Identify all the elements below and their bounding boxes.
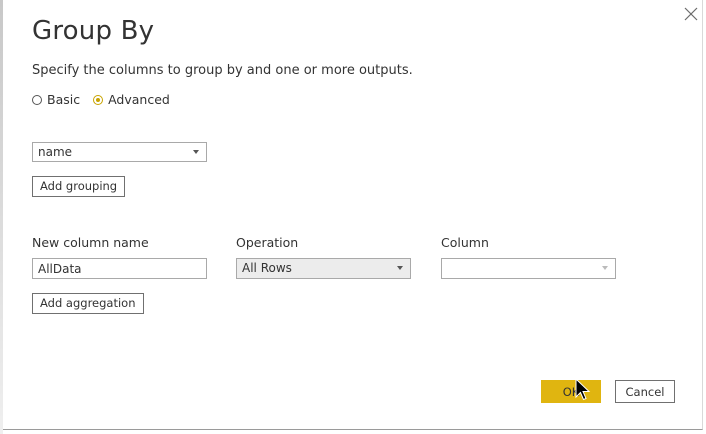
- dialog-description: Specify the columns to group by and one …: [32, 63, 413, 78]
- ok-button[interactable]: OK: [541, 380, 601, 403]
- column-label: Column: [441, 235, 489, 250]
- radio-basic-circle[interactable]: [32, 94, 42, 105]
- column-select[interactable]: [441, 258, 616, 279]
- add-aggregation-button[interactable]: Add aggregation: [32, 293, 144, 314]
- radio-advanced[interactable]: Advanced: [93, 92, 170, 107]
- radio-basic[interactable]: Basic: [32, 92, 80, 107]
- close-icon[interactable]: [682, 5, 700, 23]
- cancel-button[interactable]: Cancel: [615, 380, 675, 403]
- operation-value: All Rows: [242, 261, 292, 275]
- operation-label: Operation: [236, 235, 299, 250]
- radio-advanced-circle[interactable]: [93, 94, 104, 105]
- mode-radio-group: Basic Advanced: [32, 92, 183, 107]
- chevron-down-icon: [397, 266, 403, 270]
- grouping-column-value: name: [38, 145, 73, 159]
- add-grouping-button[interactable]: Add grouping: [32, 176, 126, 197]
- chevron-down-icon: [193, 150, 199, 154]
- mouse-pointer-icon: [575, 378, 591, 401]
- operation-select[interactable]: All Rows: [236, 258, 411, 279]
- new-column-name-label: New column name: [32, 235, 149, 250]
- chevron-down-icon: [602, 266, 608, 270]
- radio-basic-label: Basic: [47, 92, 81, 107]
- group-by-dialog: Group By Specify the columns to group by…: [3, 0, 703, 430]
- dialog-title: Group By: [32, 16, 155, 46]
- radio-advanced-label: Advanced: [108, 92, 170, 107]
- new-column-name-input[interactable]: [32, 258, 207, 279]
- grouping-column-select[interactable]: name: [32, 142, 207, 162]
